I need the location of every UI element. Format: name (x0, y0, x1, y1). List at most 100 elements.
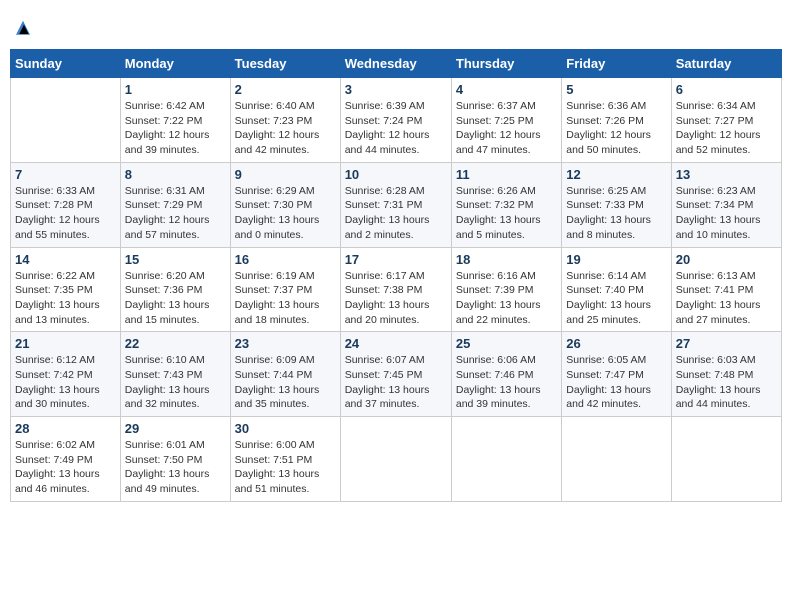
calendar-cell (671, 417, 781, 502)
calendar-cell: 5 Sunrise: 6:36 AM Sunset: 7:26 PM Dayli… (562, 78, 671, 163)
day-number: 25 (456, 336, 557, 351)
calendar-cell (562, 417, 671, 502)
day-number: 2 (235, 82, 336, 97)
logo-text: ▲ (14, 16, 30, 37)
calendar-cell: 13 Sunrise: 6:23 AM Sunset: 7:34 PM Dayl… (671, 162, 781, 247)
sunset: Sunset: 7:45 PM (345, 369, 423, 381)
day-info: Sunrise: 6:25 AM Sunset: 7:33 PM Dayligh… (566, 184, 666, 243)
calendar-table: SundayMondayTuesdayWednesdayThursdayFrid… (10, 49, 782, 502)
sunrise: Sunrise: 6:26 AM (456, 185, 536, 197)
daylight: Daylight: 13 hours and 20 minutes. (345, 299, 430, 326)
day-info: Sunrise: 6:20 AM Sunset: 7:36 PM Dayligh… (125, 269, 226, 328)
day-info: Sunrise: 6:33 AM Sunset: 7:28 PM Dayligh… (15, 184, 116, 243)
day-info: Sunrise: 6:09 AM Sunset: 7:44 PM Dayligh… (235, 353, 336, 412)
calendar-week-row: 7 Sunrise: 6:33 AM Sunset: 7:28 PM Dayli… (11, 162, 782, 247)
day-number: 27 (676, 336, 777, 351)
sunset: Sunset: 7:29 PM (125, 199, 203, 211)
sunrise: Sunrise: 6:23 AM (676, 185, 756, 197)
calendar-cell: 4 Sunrise: 6:37 AM Sunset: 7:25 PM Dayli… (451, 78, 561, 163)
day-number: 23 (235, 336, 336, 351)
day-number: 4 (456, 82, 557, 97)
sunrise: Sunrise: 6:36 AM (566, 100, 646, 112)
calendar-cell: 23 Sunrise: 6:09 AM Sunset: 7:44 PM Dayl… (230, 332, 340, 417)
daylight: Daylight: 13 hours and 8 minutes. (566, 214, 651, 241)
calendar-cell: 9 Sunrise: 6:29 AM Sunset: 7:30 PM Dayli… (230, 162, 340, 247)
sunrise: Sunrise: 6:39 AM (345, 100, 425, 112)
day-number: 9 (235, 167, 336, 182)
calendar-cell: 7 Sunrise: 6:33 AM Sunset: 7:28 PM Dayli… (11, 162, 121, 247)
sunrise: Sunrise: 6:00 AM (235, 439, 315, 451)
day-info: Sunrise: 6:36 AM Sunset: 7:26 PM Dayligh… (566, 99, 666, 158)
calendar-cell: 6 Sunrise: 6:34 AM Sunset: 7:27 PM Dayli… (671, 78, 781, 163)
day-number: 1 (125, 82, 226, 97)
sunset: Sunset: 7:43 PM (125, 369, 203, 381)
sunset: Sunset: 7:38 PM (345, 284, 423, 296)
sunrise: Sunrise: 6:02 AM (15, 439, 95, 451)
sunset: Sunset: 7:49 PM (15, 454, 93, 466)
day-number: 6 (676, 82, 777, 97)
sunset: Sunset: 7:41 PM (676, 284, 754, 296)
day-info: Sunrise: 6:40 AM Sunset: 7:23 PM Dayligh… (235, 99, 336, 158)
sunrise: Sunrise: 6:17 AM (345, 270, 425, 282)
day-number: 28 (15, 421, 116, 436)
sunset: Sunset: 7:28 PM (15, 199, 93, 211)
sunrise: Sunrise: 6:13 AM (676, 270, 756, 282)
day-info: Sunrise: 6:16 AM Sunset: 7:39 PM Dayligh… (456, 269, 557, 328)
calendar-cell: 30 Sunrise: 6:00 AM Sunset: 7:51 PM Dayl… (230, 417, 340, 502)
header-tuesday: Tuesday (230, 50, 340, 78)
sunrise: Sunrise: 6:31 AM (125, 185, 205, 197)
sunset: Sunset: 7:48 PM (676, 369, 754, 381)
calendar-cell: 17 Sunrise: 6:17 AM Sunset: 7:38 PM Dayl… (340, 247, 451, 332)
daylight: Daylight: 12 hours and 57 minutes. (125, 214, 210, 241)
sunset: Sunset: 7:25 PM (456, 115, 534, 127)
calendar-cell (451, 417, 561, 502)
calendar-cell (340, 417, 451, 502)
sunrise: Sunrise: 6:20 AM (125, 270, 205, 282)
day-info: Sunrise: 6:13 AM Sunset: 7:41 PM Dayligh… (676, 269, 777, 328)
header-wednesday: Wednesday (340, 50, 451, 78)
daylight: Daylight: 12 hours and 44 minutes. (345, 129, 430, 156)
sunset: Sunset: 7:24 PM (345, 115, 423, 127)
day-number: 19 (566, 252, 666, 267)
day-info: Sunrise: 6:00 AM Sunset: 7:51 PM Dayligh… (235, 438, 336, 497)
daylight: Daylight: 13 hours and 27 minutes. (676, 299, 761, 326)
sunset: Sunset: 7:44 PM (235, 369, 313, 381)
day-info: Sunrise: 6:39 AM Sunset: 7:24 PM Dayligh… (345, 99, 447, 158)
sunrise: Sunrise: 6:40 AM (235, 100, 315, 112)
sunset: Sunset: 7:51 PM (235, 454, 313, 466)
sunset: Sunset: 7:37 PM (235, 284, 313, 296)
sunrise: Sunrise: 6:14 AM (566, 270, 646, 282)
day-number: 8 (125, 167, 226, 182)
calendar-cell: 25 Sunrise: 6:06 AM Sunset: 7:46 PM Dayl… (451, 332, 561, 417)
daylight: Daylight: 13 hours and 35 minutes. (235, 384, 320, 411)
logo: ▲ (14, 16, 30, 37)
daylight: Daylight: 12 hours and 50 minutes. (566, 129, 651, 156)
calendar-week-row: 1 Sunrise: 6:42 AM Sunset: 7:22 PM Dayli… (11, 78, 782, 163)
daylight: Daylight: 13 hours and 39 minutes. (456, 384, 541, 411)
daylight: Daylight: 12 hours and 47 minutes. (456, 129, 541, 156)
daylight: Daylight: 13 hours and 37 minutes. (345, 384, 430, 411)
calendar-cell: 24 Sunrise: 6:07 AM Sunset: 7:45 PM Dayl… (340, 332, 451, 417)
day-number: 26 (566, 336, 666, 351)
sunset: Sunset: 7:33 PM (566, 199, 644, 211)
day-number: 20 (676, 252, 777, 267)
day-info: Sunrise: 6:19 AM Sunset: 7:37 PM Dayligh… (235, 269, 336, 328)
sunset: Sunset: 7:36 PM (125, 284, 203, 296)
calendar-cell: 8 Sunrise: 6:31 AM Sunset: 7:29 PM Dayli… (120, 162, 230, 247)
daylight: Daylight: 12 hours and 39 minutes. (125, 129, 210, 156)
daylight: Daylight: 13 hours and 46 minutes. (15, 468, 100, 495)
daylight: Daylight: 12 hours and 55 minutes. (15, 214, 100, 241)
day-info: Sunrise: 6:34 AM Sunset: 7:27 PM Dayligh… (676, 99, 777, 158)
calendar-cell: 14 Sunrise: 6:22 AM Sunset: 7:35 PM Dayl… (11, 247, 121, 332)
day-info: Sunrise: 6:37 AM Sunset: 7:25 PM Dayligh… (456, 99, 557, 158)
header-friday: Friday (562, 50, 671, 78)
sunrise: Sunrise: 6:29 AM (235, 185, 315, 197)
sunrise: Sunrise: 6:25 AM (566, 185, 646, 197)
sunset: Sunset: 7:34 PM (676, 199, 754, 211)
day-number: 29 (125, 421, 226, 436)
day-number: 7 (15, 167, 116, 182)
daylight: Daylight: 13 hours and 30 minutes. (15, 384, 100, 411)
sunset: Sunset: 7:27 PM (676, 115, 754, 127)
day-number: 17 (345, 252, 447, 267)
daylight: Daylight: 13 hours and 18 minutes. (235, 299, 320, 326)
